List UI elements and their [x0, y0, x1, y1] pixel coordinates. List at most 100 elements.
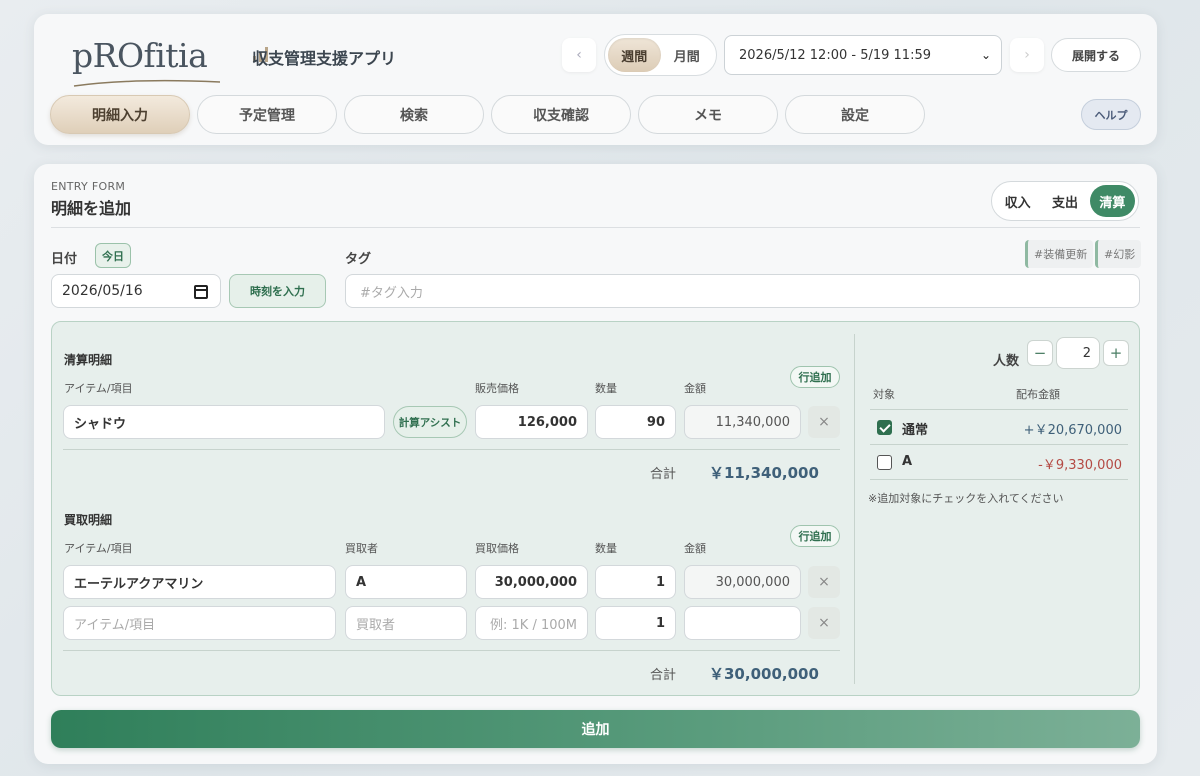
col-item: アイテム/項目 [64, 382, 133, 395]
purchase-sum-value: ￥30,000,000 [709, 665, 819, 683]
settlement-qty-input[interactable]: 90 [595, 405, 676, 439]
chevron-down-icon: ⌄ [980, 48, 991, 62]
distribution-row: 通常 +￥20,670,000 [870, 410, 1128, 444]
purchase-row-add-button[interactable]: 行追加 [790, 525, 840, 547]
type-income[interactable]: 収入 [995, 185, 1040, 217]
col-distribution-amount: 配布金額 [1016, 388, 1060, 401]
purchase-qty-input[interactable]: 1 [595, 565, 676, 599]
date-label: 日付 [51, 252, 78, 267]
checkbox-unchecked[interactable] [877, 455, 892, 470]
settlement-sum-label: 合計 [650, 467, 677, 482]
col-item: アイテム/項目 [64, 542, 133, 555]
purchase-price-input[interactable]: 例: 1K / 100M [475, 606, 588, 640]
logo-text: pROfitia [72, 36, 208, 75]
header-divider [51, 227, 1140, 228]
app-header: pROfitia 収支管理支援アプリ ‹ 週間 月間 2026/5/12 12:… [34, 14, 1157, 145]
settlement-amount-field: 11,340,000 [684, 405, 801, 439]
col-qty: 数量 [595, 382, 617, 395]
plus-icon: + [1109, 344, 1123, 362]
tab-settings[interactable]: 設定 [785, 95, 925, 134]
range-value: 2026/5/12 12:00 - 5/19 11:59 [739, 47, 931, 63]
people-count-input[interactable]: 2 [1056, 337, 1100, 369]
tab-monthly[interactable]: 月間 [661, 38, 714, 72]
distribution-note: ※追加対象にチェックを入れてください [868, 492, 1064, 505]
purchase-amount-field [684, 606, 801, 640]
col-price: 買取価格 [475, 542, 519, 555]
settlement-title: 清算明細 [64, 353, 113, 367]
range-select[interactable]: 2026/5/12 12:00 - 5/19 11:59 ⌄ [724, 35, 1002, 75]
settlement-delete-row-button[interactable]: × [808, 406, 840, 438]
purchase-title: 買取明細 [64, 513, 113, 527]
distribution-name: A [902, 454, 913, 469]
period-toggle: 週間 月間 [604, 34, 717, 76]
next-period-button[interactable]: › [1010, 38, 1044, 72]
distribution-row: A -￥9,330,000 [870, 445, 1128, 479]
purchase-qty-input[interactable]: 1 [595, 606, 676, 640]
tag-chip[interactable]: #装備更新 [1025, 240, 1094, 268]
tab-memo[interactable]: メモ [638, 95, 778, 134]
tag-label: タグ [345, 252, 372, 267]
purchase-buyer-input[interactable]: 買取者 [345, 606, 467, 640]
tab-schedule[interactable]: 予定管理 [197, 95, 337, 134]
app-title: 収支管理支援アプリ [252, 49, 397, 68]
time-input-button[interactable]: 時刻を入力 [229, 274, 326, 308]
type-settlement[interactable]: 清算 [1089, 185, 1135, 217]
entry-form-label: ENTRY FORM [51, 180, 126, 193]
add-button[interactable]: 追加 [51, 710, 1140, 748]
checkbox-checked[interactable] [877, 420, 892, 435]
purchase-sum-label: 合計 [650, 668, 677, 683]
chevron-right-icon: › [1024, 47, 1030, 63]
close-icon: × [818, 615, 830, 631]
tab-entry[interactable]: 明細入力 [50, 95, 190, 134]
distribution-divider [870, 479, 1128, 480]
distribution-name: 通常 [902, 423, 929, 438]
purchase-item-input[interactable]: アイテム/項目 [63, 606, 336, 640]
col-qty: 数量 [595, 542, 617, 555]
settlement-row-add-button[interactable]: 行追加 [790, 366, 840, 388]
people-label: 人数 [993, 354, 1020, 369]
purchase-price-input[interactable]: 30,000,000 [475, 565, 588, 599]
close-icon: × [818, 574, 830, 590]
tab-balance[interactable]: 収支確認 [491, 95, 631, 134]
entry-type-toggle: 収入 支出 清算 [991, 181, 1139, 221]
purchase-divider [63, 650, 840, 651]
form-title: 明細を追加 [51, 199, 132, 218]
minus-icon: − [1033, 344, 1047, 362]
purchase-delete-row-button[interactable]: × [808, 607, 840, 639]
app-logo: pROfitia [72, 30, 268, 90]
col-target: 対象 [873, 388, 895, 401]
purchase-item-input[interactable]: エーテルアクアマリン [63, 565, 336, 599]
distribution-amount: +￥20,670,000 [1023, 423, 1122, 438]
people-increment-button[interactable]: + [1103, 340, 1129, 366]
people-decrement-button[interactable]: − [1027, 340, 1053, 366]
calc-assist-button[interactable]: 計算アシスト [393, 406, 467, 438]
close-icon: × [818, 414, 830, 430]
help-button[interactable]: ヘルプ [1081, 99, 1141, 130]
expand-button[interactable]: 展開する [1051, 38, 1141, 72]
calendar-icon[interactable] [194, 285, 208, 299]
purchase-delete-row-button[interactable]: × [808, 566, 840, 598]
prev-period-button[interactable]: ‹ [562, 38, 596, 72]
settlement-divider [63, 449, 840, 450]
col-price: 販売価格 [475, 382, 519, 395]
purchase-buyer-input[interactable]: A [345, 565, 467, 599]
date-input[interactable]: 2026/05/16 [51, 274, 221, 308]
col-amount: 金額 [684, 382, 706, 395]
panel-divider [854, 334, 855, 684]
entry-form-card: ENTRY FORM 明細を追加 収入 支出 清算 日付 今日 2026/05/… [34, 164, 1157, 764]
date-value: 2026/05/16 [62, 283, 143, 299]
col-buyer: 買取者 [345, 542, 378, 555]
settlement-sum-value: ￥11,340,000 [709, 464, 819, 482]
today-button[interactable]: 今日 [95, 243, 131, 268]
settlement-price-input[interactable]: 126,000 [475, 405, 588, 439]
logo-swoosh [73, 79, 221, 87]
tab-weekly[interactable]: 週間 [608, 38, 661, 72]
settlement-item-input[interactable]: シャドウ [63, 405, 385, 439]
tag-input[interactable]: #タグ入力 [345, 274, 1140, 308]
col-amount: 金額 [684, 542, 706, 555]
distribution-amount: -￥9,330,000 [1038, 458, 1122, 473]
purchase-amount-field: 30,000,000 [684, 565, 801, 599]
tag-chip[interactable]: #幻影 [1095, 240, 1142, 268]
tab-search[interactable]: 検索 [344, 95, 484, 134]
type-expense[interactable]: 支出 [1042, 185, 1087, 217]
